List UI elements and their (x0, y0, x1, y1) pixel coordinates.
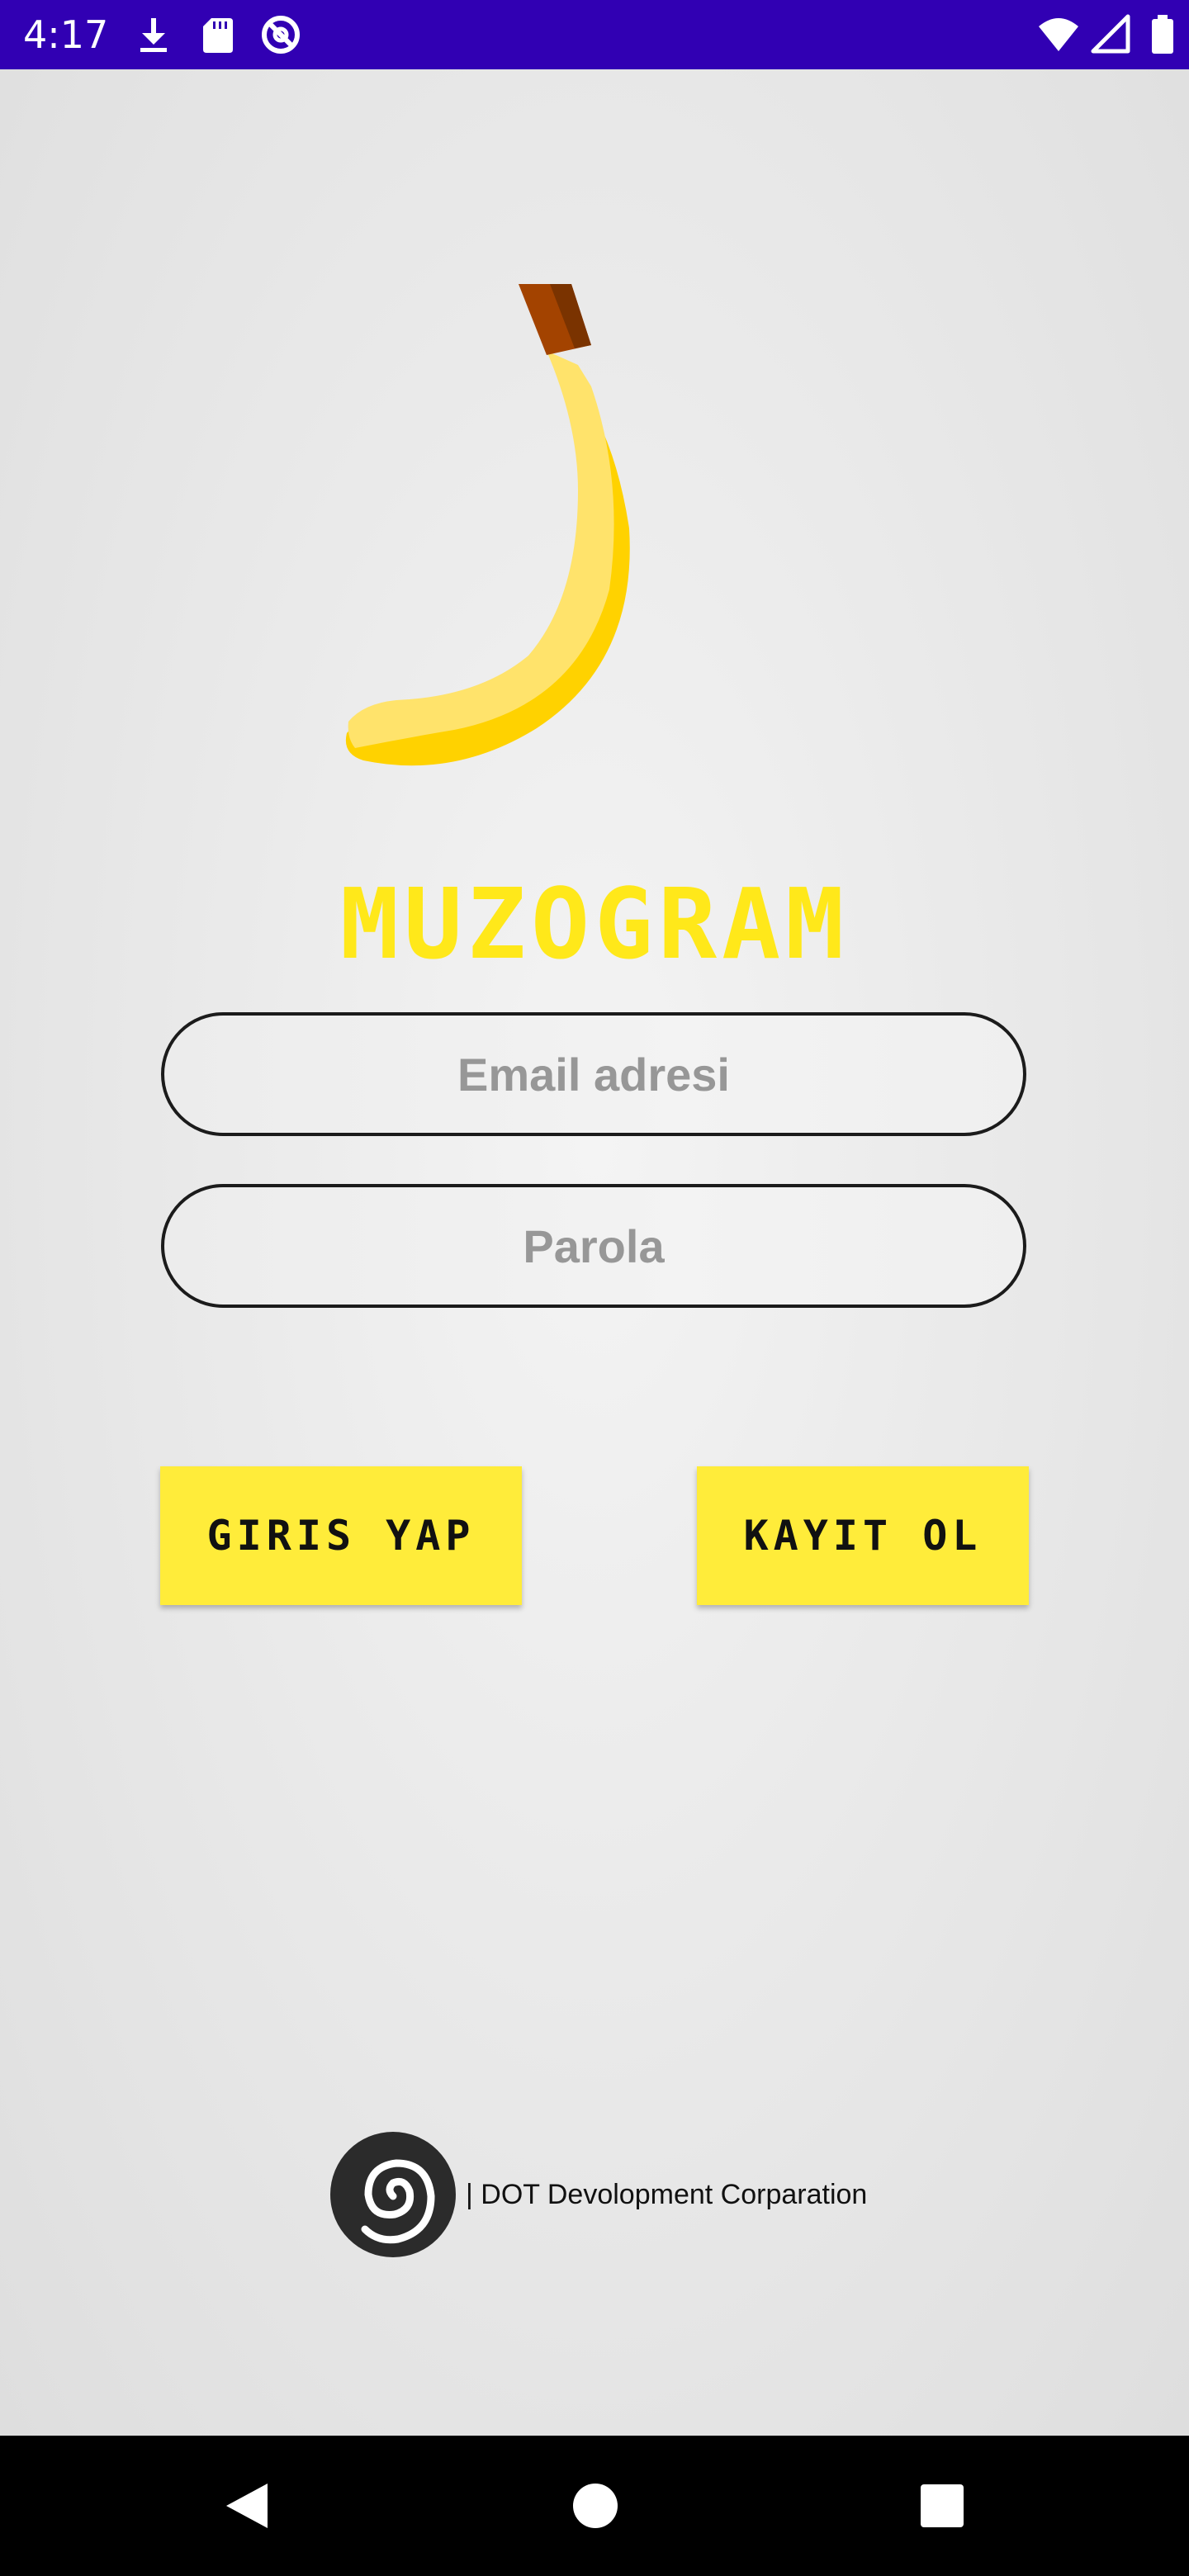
download-icon (140, 18, 167, 52)
wifi-icon (1039, 18, 1078, 51)
cellular-signal-icon (1091, 14, 1130, 54)
sd-card-icon (203, 18, 233, 53)
register-button-label: KAYIT OL (743, 1512, 983, 1560)
banana-icon (345, 284, 630, 766)
battery-icon (1152, 15, 1173, 54)
navigation-bar (0, 2436, 1189, 2576)
company-name: | DOT Devolopment Corparation (466, 2179, 868, 2210)
status-time: 4:17 (23, 12, 109, 57)
login-button[interactable]: GIRIS YAP (160, 1466, 522, 1605)
home-icon[interactable] (566, 2477, 624, 2535)
back-icon[interactable] (220, 2477, 277, 2535)
email-field[interactable] (161, 1012, 1026, 1136)
login-screen: MUZOGRAM GIRIS YAP KAYIT OL | DOT Devolo… (0, 69, 1189, 2436)
password-field[interactable] (161, 1184, 1026, 1308)
app-brand-name: MUZOGRAM (339, 867, 850, 981)
login-button-label: GIRIS YAP (206, 1512, 476, 1560)
password-input[interactable] (164, 1187, 1023, 1305)
email-input[interactable] (164, 1016, 1023, 1133)
recents-icon[interactable] (913, 2477, 971, 2535)
spiral-logo-icon (330, 2132, 456, 2257)
data-saver-icon (262, 16, 300, 54)
status-bar: 4:17 (0, 0, 1189, 69)
register-button[interactable]: KAYIT OL (697, 1466, 1029, 1605)
